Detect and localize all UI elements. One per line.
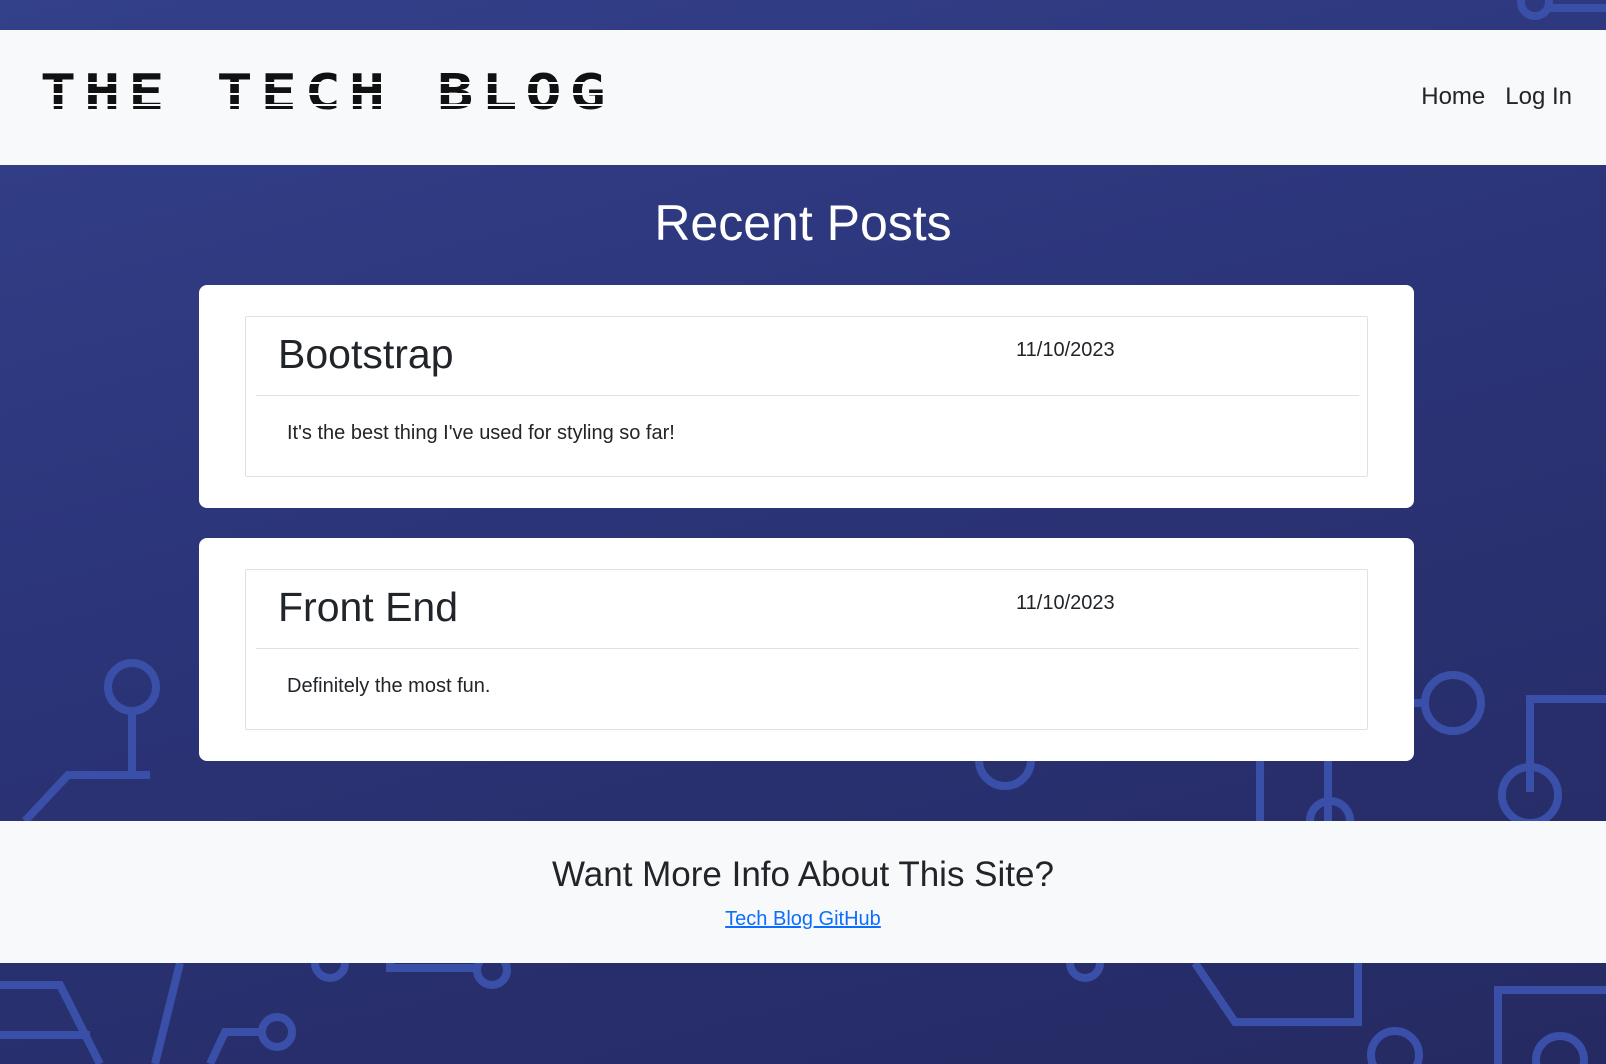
post-inner-card: Front End 11/10/2023 Definitely the most… bbox=[245, 569, 1368, 730]
post-divider bbox=[256, 648, 1359, 649]
post-divider bbox=[256, 395, 1359, 396]
post-body: It's the best thing I've used for stylin… bbox=[287, 422, 675, 444]
footer-link-wrapper: Tech Blog GitHub bbox=[0, 908, 1606, 931]
nav-home-link[interactable]: Home bbox=[1421, 83, 1485, 111]
footer-title: Want More Info About This Site? bbox=[552, 855, 1054, 894]
post-body: Definitely the most fun. bbox=[287, 675, 491, 697]
nav-links: Home Log In bbox=[1421, 83, 1572, 111]
post-date: 11/10/2023 bbox=[1016, 592, 1115, 614]
post-title[interactable]: Front End bbox=[278, 584, 458, 631]
post-card[interactable]: Front End 11/10/2023 Definitely the most… bbox=[199, 538, 1414, 761]
footer: Want More Info About This Site? Tech Blo… bbox=[0, 821, 1606, 963]
navbar: The Tech Blog Home Log In bbox=[0, 30, 1606, 165]
post-title[interactable]: Bootstrap bbox=[278, 331, 454, 378]
nav-login-link[interactable]: Log In bbox=[1505, 83, 1572, 111]
github-link[interactable]: Tech Blog GitHub bbox=[725, 908, 881, 930]
page-title: Recent Posts bbox=[654, 195, 952, 251]
brand-logo[interactable]: The Tech Blog bbox=[40, 68, 614, 117]
post-inner-card: Bootstrap 11/10/2023 It's the best thing… bbox=[245, 316, 1368, 477]
post-date: 11/10/2023 bbox=[1016, 339, 1115, 361]
post-card[interactable]: Bootstrap 11/10/2023 It's the best thing… bbox=[199, 285, 1414, 508]
